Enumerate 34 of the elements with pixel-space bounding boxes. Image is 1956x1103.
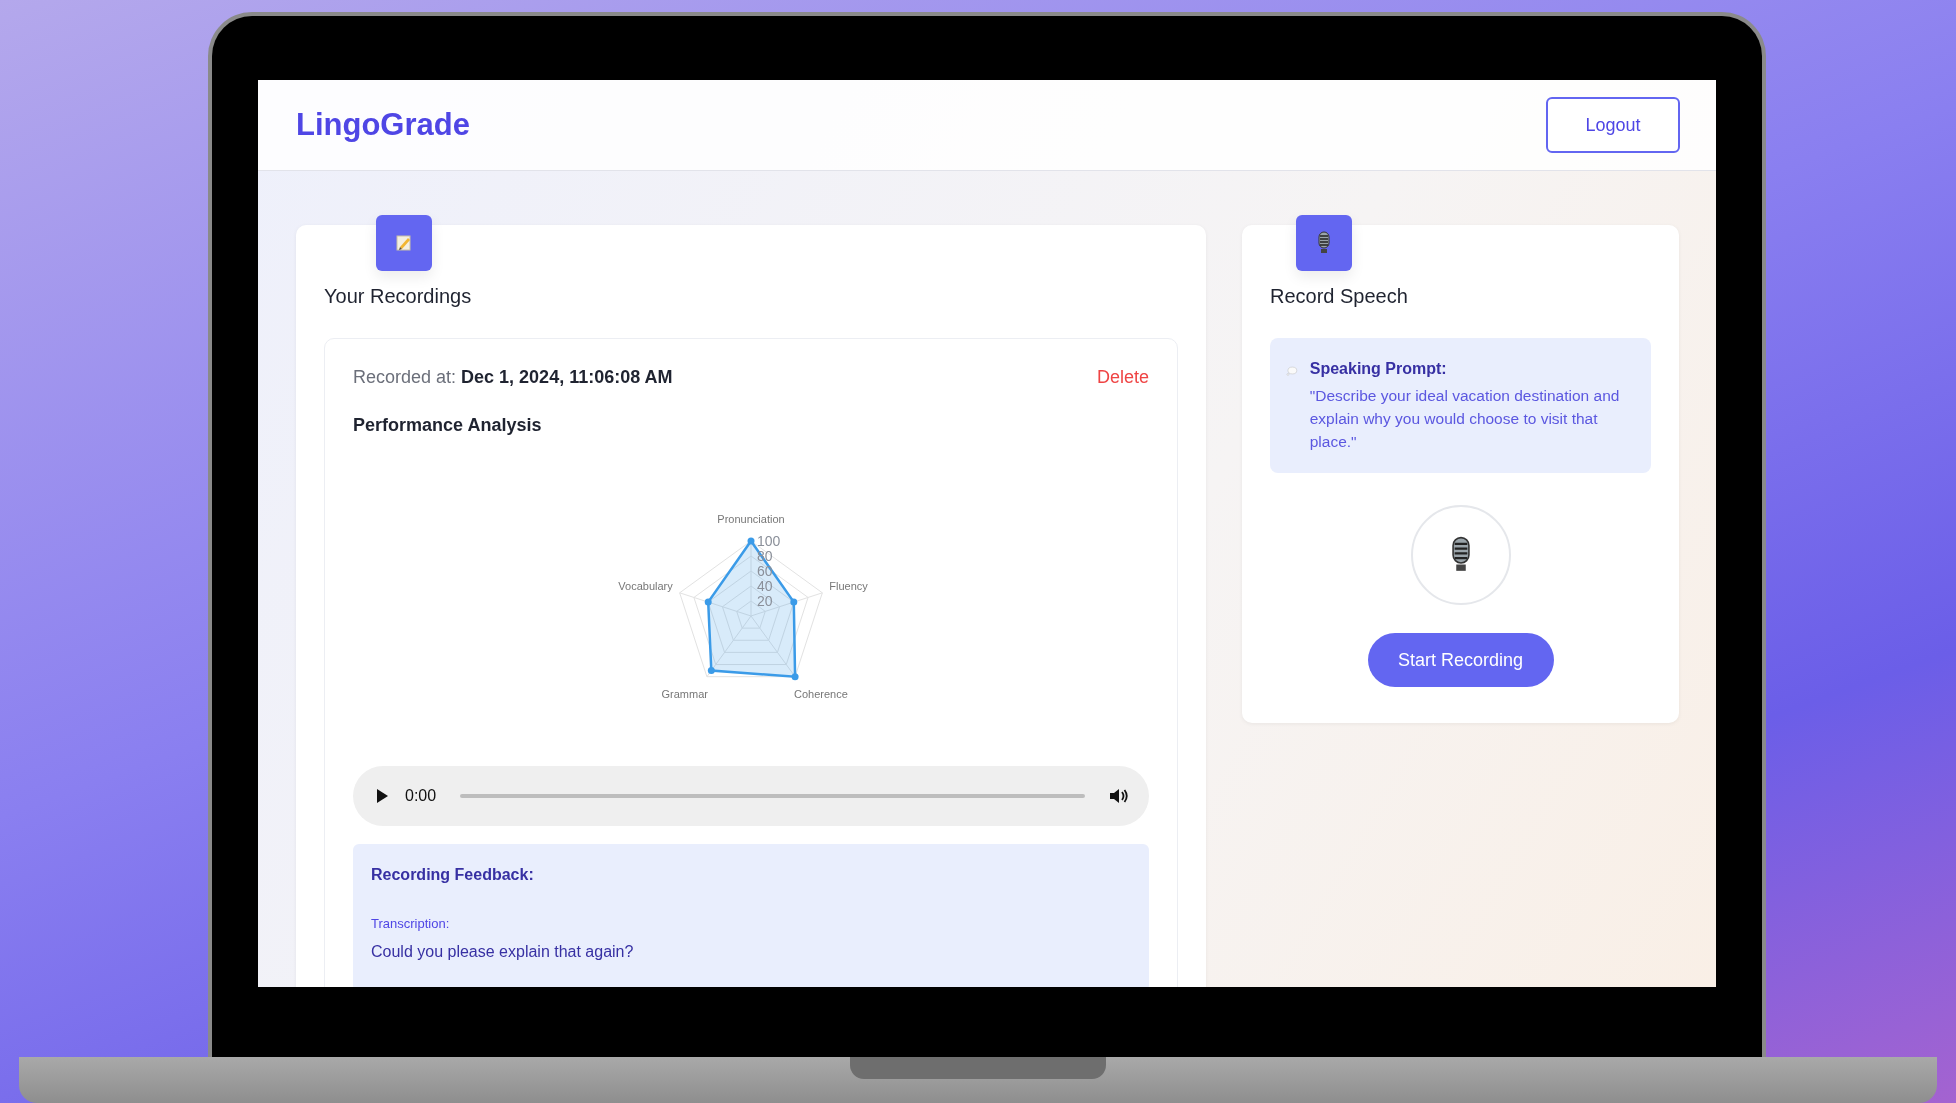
data-point bbox=[747, 537, 755, 545]
data-point bbox=[791, 673, 799, 681]
section-title: Your Recordings bbox=[324, 285, 473, 308]
data-point bbox=[704, 598, 712, 606]
axis-label: Fluency bbox=[829, 580, 868, 593]
time-label: 0:00 bbox=[405, 787, 437, 805]
volume-icon[interactable] bbox=[1109, 787, 1129, 805]
progress-track[interactable] bbox=[460, 794, 1085, 798]
logout-button[interactable]: Logout bbox=[1546, 97, 1680, 153]
prompt-title: Speaking Prompt: bbox=[1309, 360, 1448, 378]
microphone-button[interactable] bbox=[1410, 505, 1511, 605]
section-title: Record Speech bbox=[1270, 285, 1409, 308]
recorded-timestamp: Recorded at: Dec 1, 2024, 11:06:08 AM bbox=[353, 367, 673, 388]
axis-label: Vocabulary bbox=[618, 580, 673, 593]
axis-label: Grammar bbox=[661, 688, 708, 701]
memo-icon bbox=[376, 215, 432, 271]
data-point bbox=[790, 598, 798, 606]
app-logo: LingoGrade bbox=[296, 107, 470, 143]
tick-label: 100 bbox=[757, 533, 781, 549]
start-recording-button[interactable]: Start Recording bbox=[1367, 633, 1554, 687]
delete-link[interactable]: Delete bbox=[1096, 367, 1149, 388]
transcription-label: Transcription: bbox=[371, 916, 451, 931]
prompt-text: "Describe your ideal vacation destination and explain why you would choose to visit that place." bbox=[1309, 386, 1621, 452]
tick-label: 60 bbox=[757, 563, 773, 579]
data-point bbox=[707, 667, 715, 675]
microphone-icon bbox=[1296, 215, 1352, 271]
transcription-text: Could you please explain that again? bbox=[371, 943, 635, 961]
axis-label: Coherence bbox=[794, 688, 848, 701]
axis-label: Pronunciation bbox=[717, 513, 785, 525]
feedback-title: Recording Feedback: bbox=[371, 866, 535, 884]
play-icon[interactable] bbox=[375, 788, 389, 804]
tick-label: 20 bbox=[757, 593, 773, 609]
tick-label: 40 bbox=[757, 578, 773, 594]
analysis-title: Performance Analysis bbox=[353, 415, 543, 436]
